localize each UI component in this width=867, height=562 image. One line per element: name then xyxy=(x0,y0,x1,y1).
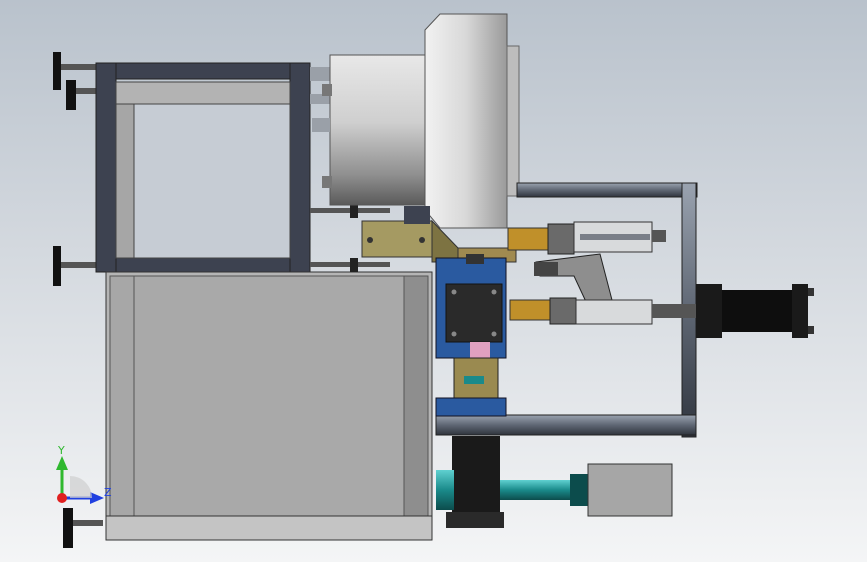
drive-motor-assembly xyxy=(436,436,673,528)
rotary-drum xyxy=(312,13,520,229)
leveling-foot-middle xyxy=(53,246,101,286)
x-axis-dot xyxy=(57,493,67,503)
coordinate-triad[interactable]: Y Z xyxy=(56,444,112,504)
assembly-drawing[interactable]: Y Z xyxy=(0,0,867,562)
y-axis-arrowhead xyxy=(56,456,68,470)
lower-cabinet xyxy=(105,271,433,541)
cad-viewport[interactable]: Y Z xyxy=(0,0,867,562)
upper-pneumatic-cylinder xyxy=(507,221,666,255)
y-axis-label: Y xyxy=(57,444,65,457)
triad-plane xyxy=(70,476,92,498)
z-axis-label: Z xyxy=(104,486,112,499)
leveling-foot-top xyxy=(53,52,101,110)
lower-pneumatic-cylinder xyxy=(509,297,696,325)
z-axis-arrowhead xyxy=(90,492,104,504)
upper-frame xyxy=(95,62,330,273)
hydraulic-cylinder xyxy=(696,284,814,338)
leveling-foot-bottom xyxy=(63,508,103,548)
gearbox-column xyxy=(435,254,507,417)
